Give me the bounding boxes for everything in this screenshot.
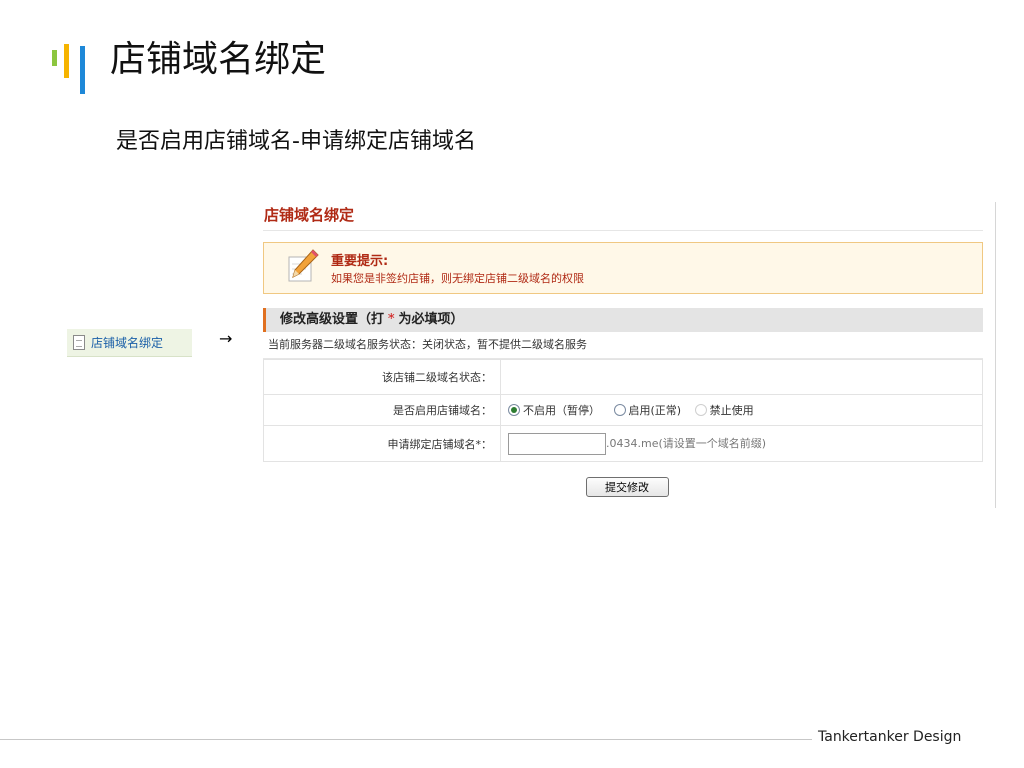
radio-option-disable[interactable]: 不启用（暂停） xyxy=(508,404,600,417)
table-row: 该店铺二级域名状态： xyxy=(263,359,983,395)
submit-button[interactable]: 提交修改 xyxy=(585,477,669,497)
footer-divider xyxy=(0,739,812,740)
table-row: 是否启用店铺域名： 不启用（暂停） 启用(正常) 禁止使用 xyxy=(263,394,983,426)
settings-form: 该店铺二级域名状态： 是否启用店铺域名： 不启用（暂停） 启用(正常) 禁止使用… xyxy=(263,359,983,462)
slide-subtitle: 是否启用店铺域名-申请绑定店铺域名 xyxy=(116,129,476,154)
footer-text: Tankertanker Design xyxy=(818,729,962,745)
domain-status-label: 该店铺二级域名状态： xyxy=(263,359,501,395)
radio-label: 启用(正常) xyxy=(628,404,682,417)
sidebar-item-label: 店铺域名绑定 xyxy=(91,336,164,350)
sidebar-item-shop-domain[interactable]: 店铺域名绑定 xyxy=(67,329,192,357)
table-row: 申请绑定店铺域名*： .0434.me(请设置一个域名前缀) xyxy=(263,425,983,462)
logo-bar-blue xyxy=(80,46,85,94)
radio-label: 不启用（暂停） xyxy=(523,404,600,417)
domain-status-value xyxy=(500,359,983,395)
radio-label: 禁止使用 xyxy=(709,404,754,417)
section-title-prefix: 修改高级设置（打 xyxy=(280,312,385,327)
section-title-suffix: 为必填项） xyxy=(398,312,464,327)
notice-text: 如果您是非签约店铺，则无绑定店铺二级域名的权限 xyxy=(331,272,584,285)
radio-button[interactable] xyxy=(694,404,707,416)
radio-option-forbid[interactable]: 禁止使用 xyxy=(694,404,754,417)
panel-title: 店铺域名绑定 xyxy=(263,200,983,231)
domain-suffix-text: .0434.me(请设置一个域名前缀) xyxy=(606,436,767,450)
required-mark: * xyxy=(388,312,395,327)
logo-bars xyxy=(50,42,90,94)
enable-domain-options: 不启用（暂停） 启用(正常) 禁止使用 xyxy=(500,394,983,426)
admin-panel: 店铺域名绑定 重要提示: 如果您是非签约店铺，则无绑定店铺二级域名的权限 修改高… xyxy=(263,200,983,497)
logo-bar-green xyxy=(52,50,57,66)
submit-area: 提交修改 xyxy=(263,476,983,497)
apply-domain-label: 申请绑定店铺域名*： xyxy=(263,425,501,462)
radio-button[interactable] xyxy=(613,404,626,416)
panel-divider xyxy=(995,202,996,508)
document-icon xyxy=(73,335,85,350)
radio-option-enable[interactable]: 启用(正常) xyxy=(613,404,682,417)
slide-title: 店铺域名绑定 xyxy=(110,39,327,80)
radio-button-checked[interactable] xyxy=(508,404,520,416)
logo-bar-yellow xyxy=(64,44,69,78)
apply-domain-cell: .0434.me(请设置一个域名前缀) xyxy=(500,425,983,462)
domain-prefix-input[interactable] xyxy=(508,432,606,455)
server-status-text: 当前服务器二级域名服务状态：关闭状态，暂不提供二级域名服务 xyxy=(263,332,983,359)
enable-domain-label: 是否启用店铺域名： xyxy=(263,394,501,426)
notice-box: 重要提示: 如果您是非签约店铺，则无绑定店铺二级域名的权限 xyxy=(263,242,983,294)
notice-title: 重要提示: xyxy=(331,254,389,269)
arrow-right-icon: → xyxy=(219,329,233,348)
section-header: 修改高级设置（打 * 为必填项） xyxy=(263,308,983,332)
pencil-icon xyxy=(288,249,319,282)
